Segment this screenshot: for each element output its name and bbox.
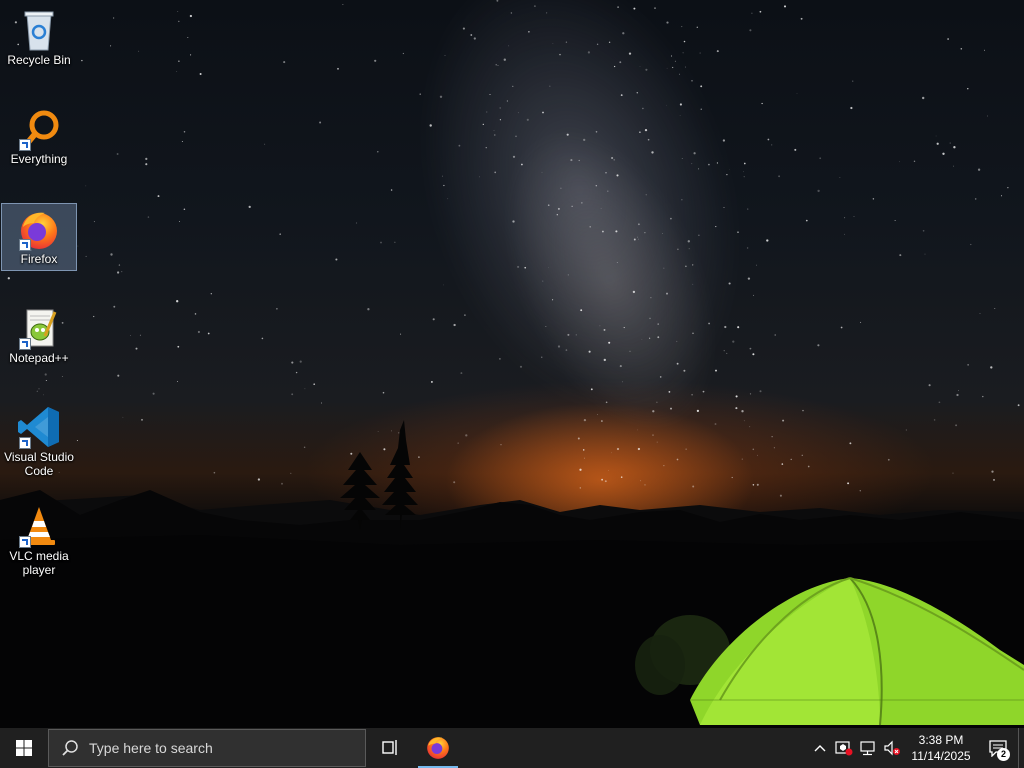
clock-date: 11/14/2025: [911, 749, 971, 763]
system-tray: 3:38 PM 11/14/2025 2: [808, 728, 1024, 768]
vlc-icon: [15, 504, 63, 548]
shortcut-arrow-icon: [19, 139, 31, 151]
network-icon: [860, 741, 875, 756]
everything-search-icon: [15, 107, 63, 151]
taskbar: 3:38 PM 11/14/2025 2: [0, 728, 1024, 768]
desktop-icon-label: Visual Studio Code: [4, 450, 74, 478]
desktop-icon-vscode[interactable]: Visual Studio Code: [1, 401, 77, 487]
shortcut-arrow-icon: [19, 338, 31, 350]
search-input[interactable]: [87, 739, 351, 757]
desktop-icon-label: Firefox: [20, 252, 58, 266]
shortcut-arrow-icon: [19, 437, 31, 449]
network-tray-button[interactable]: [856, 728, 880, 768]
landscape: [0, 420, 1024, 728]
taskbar-search-box[interactable]: [48, 729, 366, 767]
desktop-icon-label: Recycle Bin: [7, 53, 71, 67]
security-warning-icon: [835, 741, 853, 756]
shortcut-arrow-icon: [19, 536, 31, 548]
start-button[interactable]: [0, 728, 48, 768]
volume-tray-button[interactable]: [880, 728, 904, 768]
task-view-button[interactable]: [366, 728, 414, 768]
shortcut-arrow-icon: [19, 239, 31, 251]
notepadpp-icon: [15, 306, 63, 350]
desktop-icon-notepadpp[interactable]: Notepad++: [1, 302, 77, 370]
task-view-icon: [382, 740, 397, 755]
desktop-icon-label: VLC media player: [9, 549, 69, 577]
desktop-wallpaper: [0, 0, 1024, 728]
chevron-up-icon: [814, 745, 826, 752]
search-icon: [62, 740, 78, 756]
windows-logo-icon: [16, 740, 32, 756]
security-tray-button[interactable]: [832, 728, 856, 768]
desktop-icon-recycle-bin[interactable]: Recycle Bin: [1, 4, 77, 72]
taskbar-firefox-button[interactable]: [414, 728, 462, 768]
taskbar-clock[interactable]: 3:38 PM 11/14/2025: [904, 732, 978, 764]
desktop-icon-label: Everything: [10, 152, 68, 166]
desktop-icon-vlc[interactable]: VLC media player: [1, 500, 77, 586]
firefox-icon: [15, 207, 63, 251]
action-center-button[interactable]: 2: [978, 728, 1018, 768]
firefox-icon: [427, 737, 449, 759]
desktop-icon-everything[interactable]: Everything: [1, 103, 77, 171]
show-hidden-icons-button[interactable]: [808, 728, 832, 768]
volume-muted-icon: [884, 740, 900, 756]
notification-count-badge: 2: [997, 748, 1010, 761]
clock-time: 3:38 PM: [918, 733, 964, 747]
recycle-bin-icon: [15, 8, 63, 52]
desktop-icon-firefox[interactable]: Firefox: [1, 203, 77, 271]
vscode-icon: [15, 405, 63, 449]
desktop-icon-label: Notepad++: [9, 351, 69, 365]
show-desktop-button[interactable]: [1018, 728, 1024, 768]
